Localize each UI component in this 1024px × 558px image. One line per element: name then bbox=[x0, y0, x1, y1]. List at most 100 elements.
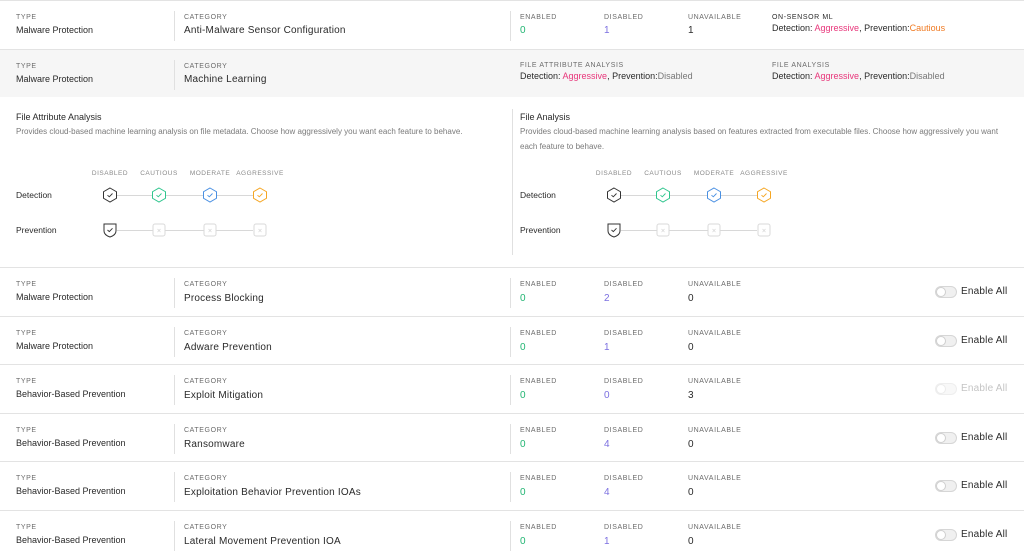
hex-level-disabled-icon[interactable] bbox=[102, 187, 118, 203]
hex-level-cautious-icon[interactable] bbox=[655, 187, 671, 203]
shield-level-disabled-icon[interactable] bbox=[102, 222, 118, 238]
type-value: Malware Protection bbox=[16, 292, 94, 302]
unavailable-count: 0 bbox=[688, 438, 694, 450]
hex-level-disabled-icon[interactable] bbox=[606, 187, 622, 203]
unavailable-label: UNAVAILABLE bbox=[688, 426, 742, 434]
enabled-count: 0 bbox=[520, 487, 526, 498]
policy-row-exploitation-behavior-prevention-ioas[interactable]: TYPE Behavior-Based Prevention CATEGORY … bbox=[0, 461, 1024, 510]
level-aggressive-label: AGGRESSIVE bbox=[236, 170, 284, 177]
divider bbox=[510, 375, 511, 405]
policy-row-anti-malware-sensor[interactable]: TYPE Malware Protection CATEGORY Anti-Ma… bbox=[0, 0, 1024, 49]
type-value: Behavior-Based Prevention bbox=[16, 534, 126, 545]
prevention-level: Disabled bbox=[909, 71, 945, 81]
policy-row-machine-learning[interactable]: TYPE Malware Protection CATEGORY Machine… bbox=[0, 49, 1024, 97]
enable-all-label: Enable All bbox=[961, 383, 1008, 394]
divider bbox=[174, 11, 175, 41]
toggle-knob bbox=[936, 432, 946, 443]
unavailable-count: 3 bbox=[688, 390, 694, 401]
divider bbox=[174, 375, 175, 405]
svg-text:×: × bbox=[207, 228, 212, 235]
panel-description: Provides cloud-based machine learning an… bbox=[520, 127, 999, 151]
shield-level-cautious-icon[interactable]: × bbox=[151, 222, 167, 238]
enabled-label: ENABLED bbox=[520, 14, 557, 21]
enabled-count: 0 bbox=[520, 341, 526, 353]
category-value: Process Blocking bbox=[184, 293, 264, 304]
disabled-count: 1 bbox=[604, 341, 610, 353]
category-value: Ransomware bbox=[184, 438, 245, 450]
shield-level-moderate-icon[interactable]: × bbox=[706, 222, 722, 238]
on-sensor-ml-summary: Detection: Aggressive, Prevention:Cautio… bbox=[772, 23, 946, 33]
enable-all-toggle[interactable] bbox=[935, 431, 957, 444]
panel-description: Provides cloud-based machine learning an… bbox=[16, 127, 463, 136]
category-label: CATEGORY bbox=[184, 523, 228, 531]
level-aggressive-label: AGGRESSIVE bbox=[740, 170, 788, 177]
divider bbox=[510, 472, 511, 502]
type-label: TYPE bbox=[16, 63, 37, 70]
category-value: Adware Prevention bbox=[184, 341, 272, 353]
prevention-level: Cautious bbox=[909, 23, 946, 33]
enable-all-toggle[interactable] bbox=[935, 528, 957, 541]
panel-title: File Analysis bbox=[520, 112, 571, 122]
enable-all-label: Enable All bbox=[961, 286, 1008, 297]
toggle-knob bbox=[936, 384, 946, 394]
disabled-count: 4 bbox=[604, 487, 610, 498]
category-value: Machine Learning bbox=[184, 74, 267, 85]
enable-all-label: Enable All bbox=[961, 480, 1008, 491]
file-attribute-analysis-label: FILE ATTRIBUTE ANALYSIS bbox=[520, 62, 624, 69]
type-label: TYPE bbox=[16, 14, 37, 21]
shield-level-cautious-icon[interactable]: × bbox=[655, 222, 671, 238]
policy-row-ransomware[interactable]: TYPE Behavior-Based Prevention CATEGORY … bbox=[0, 412, 1024, 462]
ml-panel-file-analysis: File Analysis Provides cloud-based machi… bbox=[504, 97, 1016, 267]
enabled-label: ENABLED bbox=[520, 329, 557, 337]
divider bbox=[174, 423, 175, 454]
file-attribute-analysis-summary: Detection: Aggressive, Prevention:Disabl… bbox=[520, 71, 693, 81]
slider-track bbox=[621, 195, 757, 196]
category-label: CATEGORY bbox=[184, 378, 228, 385]
category-label: CATEGORY bbox=[184, 63, 228, 70]
policy-row-lateral-movement-prevention-ioa[interactable]: TYPE Behavior-Based Prevention CATEGORY … bbox=[0, 509, 1024, 558]
category-label: CATEGORY bbox=[184, 281, 228, 288]
divider bbox=[510, 278, 511, 308]
toggle-knob bbox=[936, 335, 946, 346]
unavailable-label: UNAVAILABLE bbox=[688, 329, 742, 337]
disabled-count: 1 bbox=[604, 535, 610, 547]
enable-all-toggle[interactable] bbox=[935, 286, 957, 298]
divider bbox=[510, 520, 511, 551]
hex-level-cautious-icon[interactable] bbox=[151, 187, 167, 203]
type-label: TYPE bbox=[16, 378, 37, 385]
shield-level-aggressive-icon[interactable]: × bbox=[756, 222, 772, 238]
toggle-knob bbox=[936, 481, 946, 491]
policy-row-adware-prevention[interactable]: TYPE Malware Protection CATEGORY Adware … bbox=[0, 315, 1024, 365]
hex-level-moderate-icon[interactable] bbox=[706, 187, 722, 203]
category-label: CATEGORY bbox=[184, 329, 228, 337]
shield-level-disabled-icon[interactable] bbox=[606, 222, 622, 238]
type-label: TYPE bbox=[16, 329, 37, 337]
enabled-count: 0 bbox=[520, 293, 526, 304]
category-label: CATEGORY bbox=[184, 475, 228, 482]
shield-level-moderate-icon[interactable]: × bbox=[202, 222, 218, 238]
policy-row-process-blocking[interactable]: TYPE Malware Protection CATEGORY Process… bbox=[0, 267, 1024, 316]
disabled-label: DISABLED bbox=[604, 329, 644, 337]
category-value: Exploitation Behavior Prevention IOAs bbox=[184, 487, 361, 498]
divider bbox=[174, 472, 175, 502]
enabled-count: 0 bbox=[520, 535, 526, 547]
unavailable-label: UNAVAILABLE bbox=[688, 523, 742, 531]
unavailable-count: 1 bbox=[688, 25, 694, 36]
panel-title: File Attribute Analysis bbox=[16, 112, 102, 122]
slider-track bbox=[117, 195, 253, 196]
slider-track bbox=[621, 230, 757, 231]
shield-level-aggressive-icon[interactable]: × bbox=[252, 222, 268, 238]
policy-row-exploit-mitigation[interactable]: TYPE Behavior-Based Prevention CATEGORY … bbox=[0, 364, 1024, 413]
enable-all-label: Enable All bbox=[961, 334, 1008, 346]
hex-level-moderate-icon[interactable] bbox=[202, 187, 218, 203]
type-label: TYPE bbox=[16, 523, 37, 531]
unavailable-label: UNAVAILABLE bbox=[688, 475, 742, 482]
file-analysis-label: FILE ANALYSIS bbox=[772, 62, 830, 69]
enable-all-toggle[interactable] bbox=[935, 480, 957, 492]
enable-all-toggle[interactable] bbox=[935, 334, 957, 347]
unavailable-count: 0 bbox=[688, 535, 694, 547]
enabled-label: ENABLED bbox=[520, 378, 557, 385]
hex-level-aggressive-icon[interactable] bbox=[252, 187, 268, 203]
hex-level-aggressive-icon[interactable] bbox=[756, 187, 772, 203]
enabled-count: 0 bbox=[520, 25, 526, 36]
